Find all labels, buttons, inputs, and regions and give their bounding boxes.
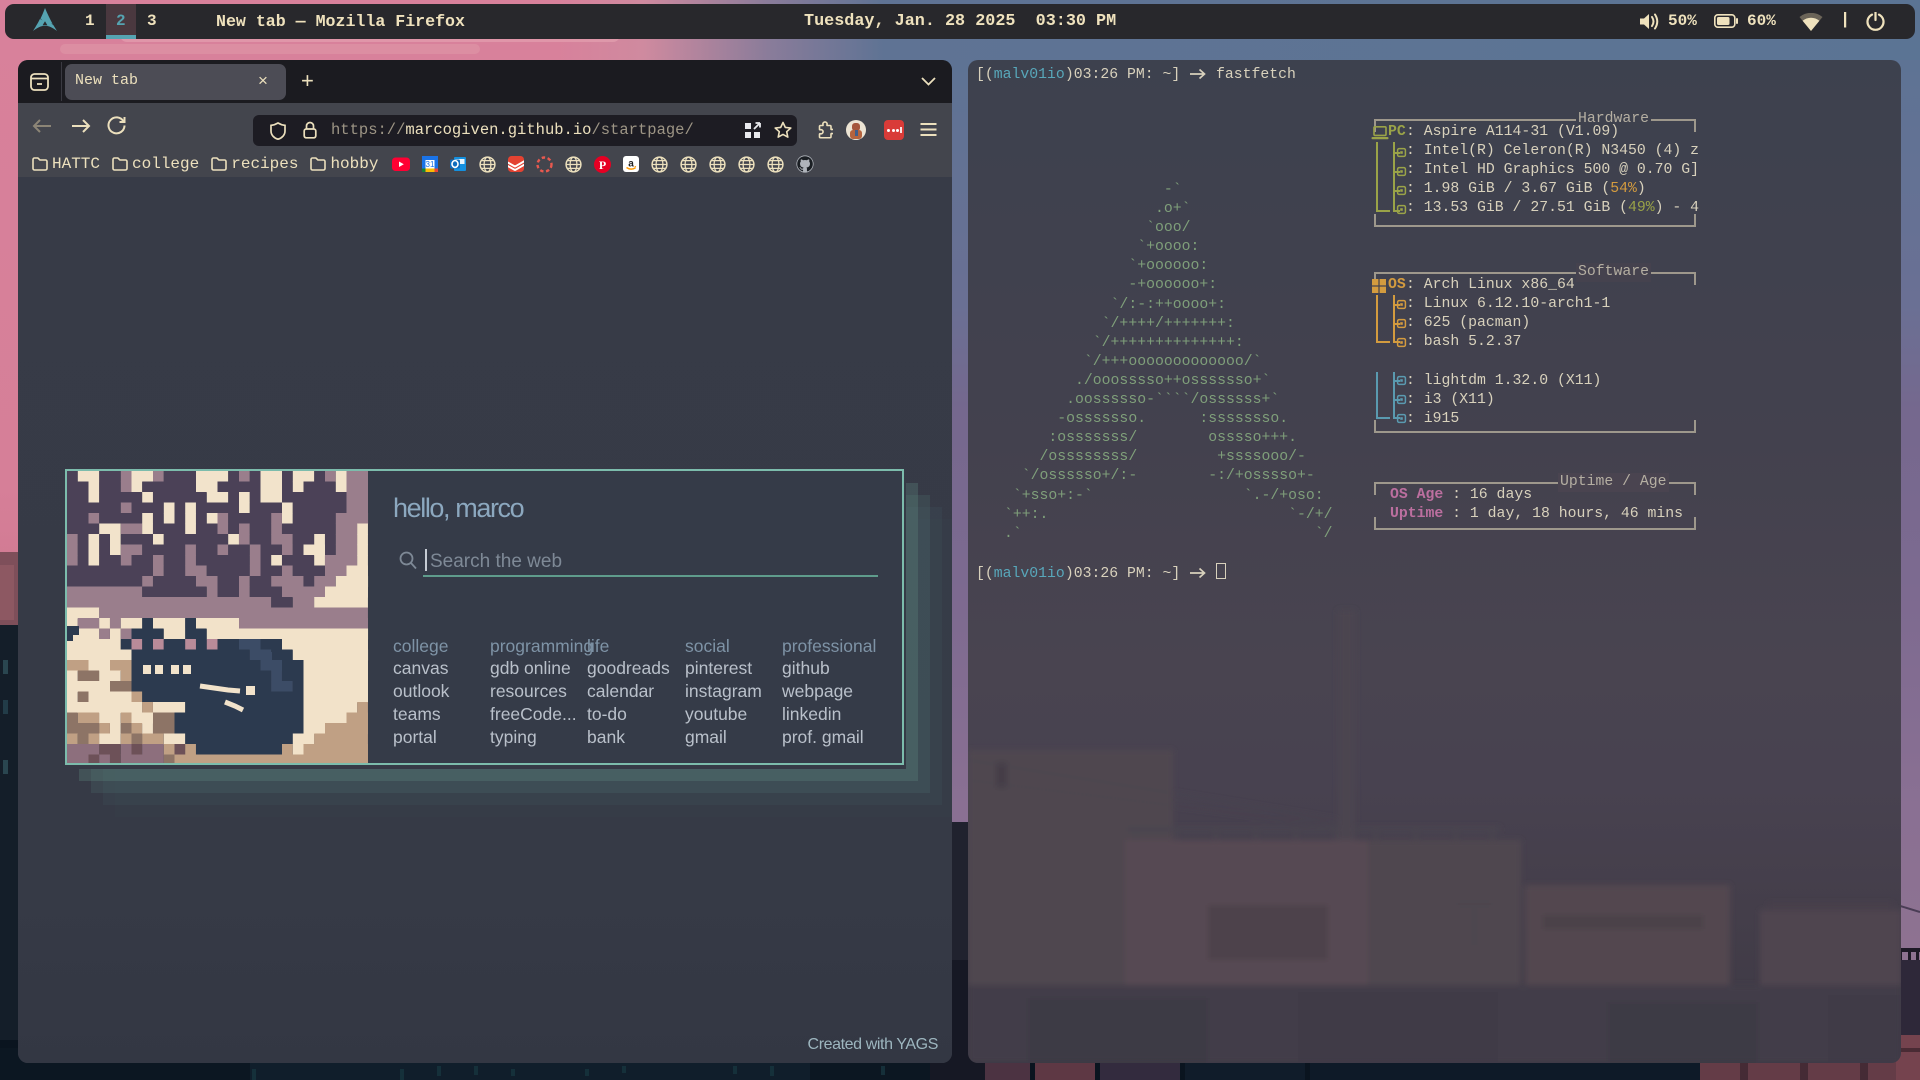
svg-text:a: a xyxy=(629,159,635,170)
svg-text:31: 31 xyxy=(426,160,435,169)
svg-text:P: P xyxy=(599,158,606,172)
